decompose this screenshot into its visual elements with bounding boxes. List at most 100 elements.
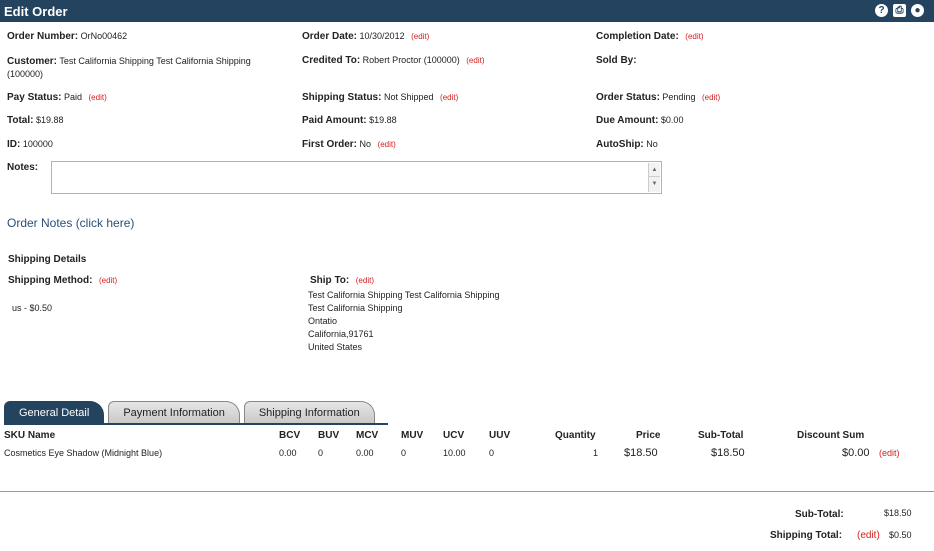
order-date-edit-link[interactable]: (edit): [411, 32, 429, 41]
col-muv: MUV: [401, 430, 424, 441]
window-title: Edit Order: [4, 4, 68, 19]
subtotal-label: Sub-Total:: [795, 509, 844, 520]
print-icon[interactable]: ⎙: [893, 4, 906, 17]
customer-field: Customer: Test California Shipping Test …: [7, 55, 251, 80]
ship-to-label: Ship To:: [310, 275, 350, 286]
order-date-label: Order Date:: [302, 31, 358, 42]
col-mcv: MCV: [356, 430, 379, 441]
shipping-status-field: Shipping Status: Not Shipped (edit): [302, 92, 458, 103]
ship-to-edit-link[interactable]: (edit): [356, 276, 374, 285]
sold-by-label: Sold By:: [596, 55, 637, 66]
first-order-label: First Order:: [302, 139, 358, 150]
cell-discount-sum: $0.00: [842, 447, 870, 459]
autoship-value: No: [646, 139, 658, 149]
subtotal-label-text: Sub-Total:: [795, 509, 844, 520]
shipping-status-label: Shipping Status:: [302, 92, 382, 103]
pay-status-label: Pay Status:: [7, 92, 62, 103]
cell-uuv: 0: [489, 448, 495, 458]
col-sub-total: Sub-Total: [698, 430, 744, 441]
scroll-down-icon[interactable]: ▼: [649, 177, 660, 191]
customer-value: Test California Shipping Test California…: [59, 56, 251, 66]
col-buv: BUV: [318, 430, 340, 441]
ship-to-field: Ship To: (edit): [310, 275, 374, 286]
first-order-value: No: [359, 139, 372, 149]
address-line: Ontatio: [308, 316, 338, 326]
shipping-total-label: Shipping Total:: [770, 530, 842, 541]
col-uuv: UUV: [489, 430, 511, 441]
tab-underline: [4, 423, 388, 425]
id-field: ID: 100000: [7, 139, 53, 150]
discount-edit-link[interactable]: (edit): [879, 448, 900, 458]
credited-to-label: Credited To:: [302, 55, 361, 66]
help-icon[interactable]: ?: [875, 4, 888, 17]
notes-textarea[interactable]: ▲ ▼: [51, 161, 662, 194]
first-order-field: First Order: No (edit): [302, 139, 396, 150]
paid-amount-field: Paid Amount: $19.88: [302, 115, 397, 126]
shipping-status-edit-link[interactable]: (edit): [440, 93, 458, 102]
shipping-status-value: Not Shipped: [383, 92, 434, 102]
tab-payment-information[interactable]: Payment Information: [108, 401, 240, 423]
cell-quantity: 1: [593, 448, 599, 458]
notes-scrollbar[interactable]: ▲ ▼: [648, 163, 660, 192]
notes-label: Notes:: [7, 162, 39, 173]
address-line: United States: [308, 342, 363, 352]
total-field: Total: $19.88: [7, 115, 64, 126]
shipping-method-edit-link[interactable]: (edit): [99, 276, 117, 285]
credited-to-edit-link[interactable]: (edit): [466, 56, 484, 65]
col-sku-name: SKU Name: [4, 430, 56, 441]
order-date-value: 10/30/2012: [359, 31, 405, 41]
totals-divider: [0, 491, 934, 492]
detail-tabs: General Detail Payment Information Shipp…: [4, 401, 375, 423]
pay-status-value: Paid: [63, 92, 82, 102]
cell-bcv: 0.00: [279, 448, 297, 458]
paid-amount-value: $19.88: [369, 115, 397, 125]
shipping-method-field: Shipping Method: (edit): [8, 275, 117, 286]
first-order-edit-link[interactable]: (edit): [378, 140, 396, 149]
order-status-field: Order Status: Pending (edit): [596, 92, 720, 103]
cell-price: $18.50: [624, 447, 658, 459]
order-status-label: Order Status:: [596, 92, 660, 103]
tab-shipping-information[interactable]: Shipping Information: [243, 401, 375, 423]
credited-to-value: Robert Proctor (100000): [362, 55, 460, 65]
order-notes-link[interactable]: Order Notes (click here): [7, 216, 134, 230]
scroll-up-icon[interactable]: ▲: [649, 163, 660, 177]
credited-to-field: Credited To: Robert Proctor (100000) (ed…: [302, 55, 484, 66]
address-line: Test California Shipping: [308, 303, 403, 313]
notes-field-label: Notes:: [7, 162, 38, 173]
col-quantity: Quantity: [555, 430, 596, 441]
customer-id-value: (100000): [7, 69, 44, 79]
order-number-field: Order Number: OrNo00462: [7, 31, 127, 42]
col-discount-sum: Discount Sum: [797, 430, 865, 441]
due-amount-field: Due Amount: $0.00: [596, 115, 683, 126]
completion-date-edit-link[interactable]: (edit): [685, 32, 703, 41]
shipping-total-label-text: Shipping Total:: [770, 530, 843, 541]
customer-label: Customer:: [7, 56, 58, 67]
autoship-field: AutoShip: No: [596, 139, 658, 150]
close-icon[interactable]: ●: [911, 4, 924, 17]
autoship-label: AutoShip:: [596, 139, 644, 150]
tab-general-detail[interactable]: General Detail: [4, 401, 105, 423]
total-label: Total:: [7, 115, 34, 126]
order-number-value: OrNo00462: [80, 31, 128, 41]
pay-status-edit-link[interactable]: (edit): [89, 93, 107, 102]
order-number-label: Order Number:: [7, 31, 79, 42]
completion-date-field: Completion Date: (edit): [596, 31, 704, 42]
total-value: $19.88: [36, 115, 64, 125]
ship-to-address: Test California Shipping Test California…: [308, 289, 499, 354]
col-ucv: UCV: [443, 430, 465, 441]
due-amount-value: $0.00: [660, 115, 684, 125]
address-line: Test California Shipping Test California…: [308, 290, 500, 300]
id-value: 100000: [22, 139, 53, 149]
col-price: Price: [636, 430, 661, 441]
shipping-method-value: us - $0.50: [12, 303, 53, 313]
cell-ucv: 10.00: [443, 448, 466, 458]
address-line: California,91761: [308, 329, 374, 339]
shipping-method-label: Shipping Method:: [8, 275, 93, 286]
shipping-total-edit-link[interactable]: (edit): [857, 530, 880, 541]
titlebar-icons: ? ⎙ ●: [875, 4, 924, 17]
shipping-details-title: Shipping Details: [8, 254, 87, 265]
order-status-value: Pending: [662, 92, 696, 102]
subtotal-value: $18.50: [884, 508, 912, 518]
order-status-edit-link[interactable]: (edit): [702, 93, 720, 102]
sold-by-field: Sold By:: [596, 55, 637, 66]
